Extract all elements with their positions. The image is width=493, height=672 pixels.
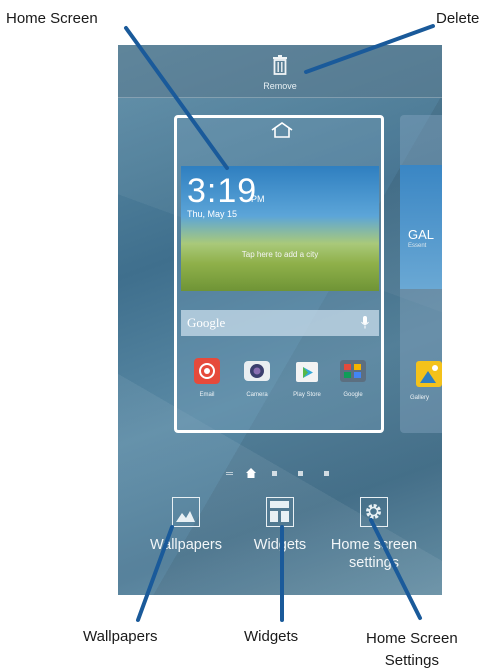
google-folder-icon bbox=[340, 360, 366, 382]
app-shortcuts: Email Camera Play Store Google bbox=[181, 358, 379, 410]
home-page-dot-icon[interactable] bbox=[246, 468, 256, 478]
app-play-store[interactable]: Play Store bbox=[287, 358, 327, 398]
clock-weather-widget[interactable]: 3:19 PM Thu, May 15 Tap here to add a ci… bbox=[181, 166, 379, 291]
clock-date: Thu, May 15 bbox=[187, 209, 238, 219]
gallery-icon bbox=[416, 361, 442, 387]
google-search-bar[interactable]: Google bbox=[181, 310, 379, 336]
wallpapers-button[interactable]: Wallpapers bbox=[136, 497, 236, 554]
home-screen-card[interactable]: 3:19 PM Thu, May 15 Tap here to add a ci… bbox=[174, 115, 384, 433]
camera-icon bbox=[244, 361, 270, 381]
callout-widgets: Widgets bbox=[244, 628, 299, 645]
clock-time: 3:19 bbox=[187, 172, 258, 210]
clock-ampm: PM bbox=[251, 194, 265, 204]
menu-lines-icon bbox=[226, 472, 233, 473]
callout-home-screen-settings: Home Screen Settings bbox=[366, 630, 458, 669]
app-camera[interactable]: Camera bbox=[237, 358, 277, 398]
app-label: Camera bbox=[246, 392, 268, 398]
trash-icon[interactable] bbox=[272, 55, 288, 75]
remove-label: Remove bbox=[263, 81, 297, 91]
callout-home-screen: Home Screen bbox=[6, 10, 98, 27]
home-screen-settings-label: Home screen settings bbox=[330, 537, 418, 571]
email-icon bbox=[194, 358, 220, 384]
app-label: Email bbox=[199, 392, 215, 398]
wallpaper-icon bbox=[172, 497, 200, 527]
page-indicator bbox=[220, 467, 340, 479]
callout-delete: Delete bbox=[436, 10, 480, 27]
widgets-label: Widgets bbox=[253, 537, 307, 553]
home-icon[interactable] bbox=[270, 122, 294, 138]
next-card-subtitle: Essent bbox=[408, 243, 427, 249]
callout-wallpapers: Wallpapers bbox=[83, 628, 158, 645]
search-brand: Google bbox=[187, 315, 226, 330]
play-store-icon bbox=[296, 362, 318, 382]
app-label: Play Store bbox=[293, 392, 321, 398]
remove-bar[interactable]: Remove bbox=[118, 45, 442, 98]
next-card-app-label: Gallery bbox=[410, 395, 430, 401]
next-card-title: GAL bbox=[408, 227, 435, 242]
wallpapers-label: Wallpapers bbox=[150, 537, 222, 553]
widgets-button[interactable]: Widgets bbox=[230, 497, 330, 554]
page-dot[interactable] bbox=[272, 471, 277, 476]
page-dot[interactable] bbox=[324, 471, 329, 476]
next-home-screen-card[interactable]: GAL Essent Gallery bbox=[400, 115, 442, 433]
widgets-icon bbox=[266, 497, 294, 527]
app-google-folder[interactable]: Google bbox=[333, 358, 373, 398]
settings-gear-icon bbox=[360, 497, 388, 527]
add-city-hint: Tap here to add a city bbox=[241, 250, 319, 259]
page-dot[interactable] bbox=[298, 471, 303, 476]
phone-screen: Remove 3:19 PM Thu, May 15 Tap here to a… bbox=[118, 45, 442, 595]
app-email[interactable]: Email bbox=[187, 358, 227, 398]
mic-icon[interactable] bbox=[361, 316, 369, 330]
home-screen-settings-button[interactable]: Home screen settings bbox=[324, 497, 424, 572]
app-label: Google bbox=[343, 392, 363, 398]
